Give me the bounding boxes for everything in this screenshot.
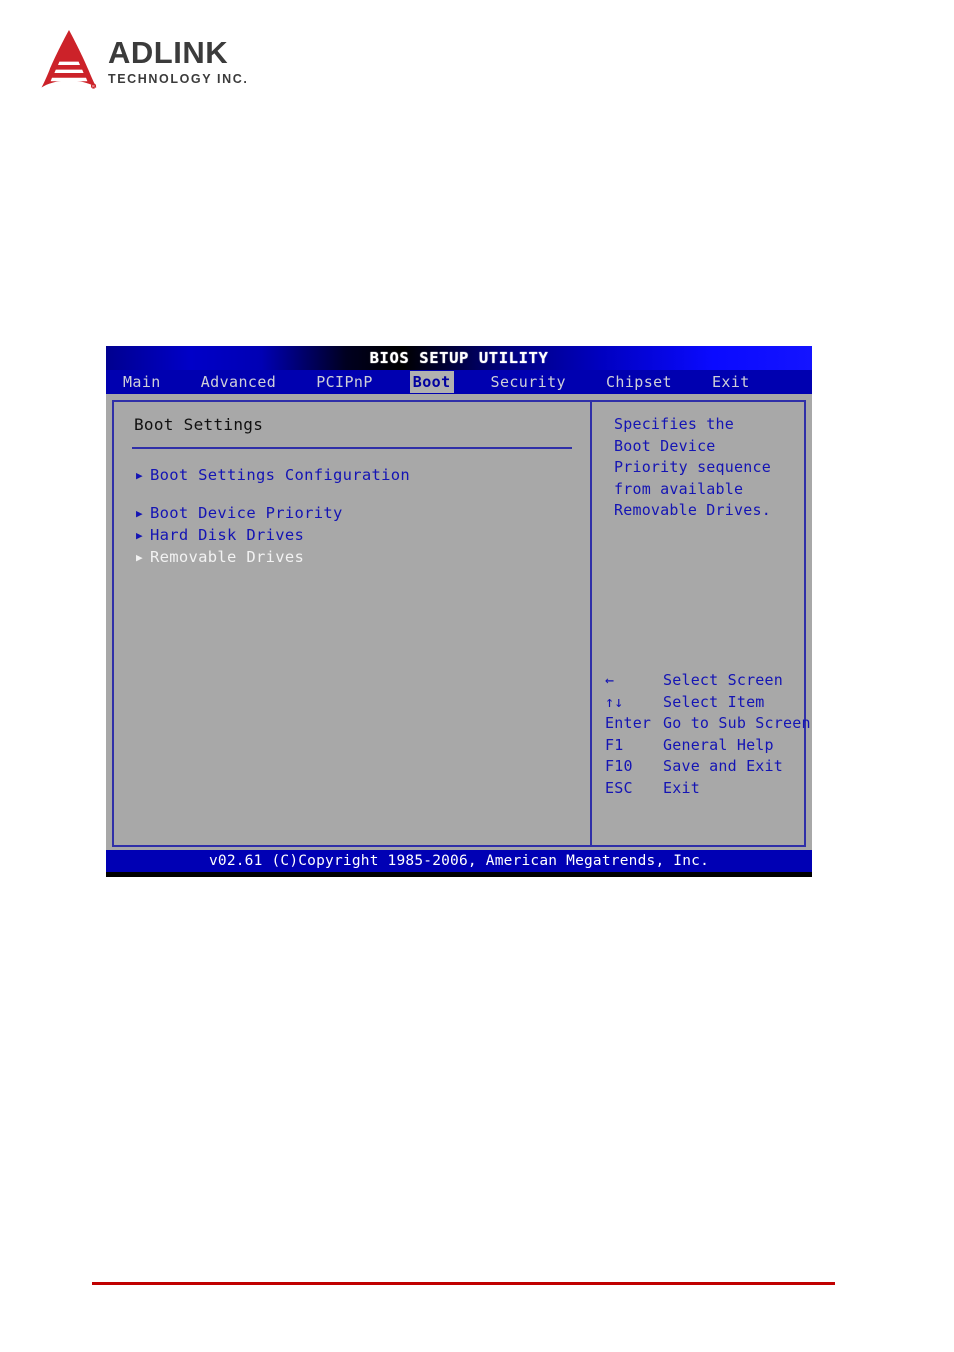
tab-main[interactable]: Main <box>120 371 164 393</box>
menu-item-boot-device-priority[interactable]: ▶ Boot Device Priority <box>134 503 574 525</box>
bios-bottom-edge <box>106 872 812 877</box>
bios-panels: Boot Settings ▶ Boot Settings Configurat… <box>112 400 811 847</box>
tab-advanced[interactable]: Advanced <box>198 371 279 393</box>
help-line: Specifies the <box>614 415 734 433</box>
tab-exit[interactable]: Exit <box>709 371 753 393</box>
legend-desc: Select Screen <box>663 671 783 689</box>
legend-desc: General Help <box>663 735 774 754</box>
page-header: R ADLINK TECHNOLOGY INC. <box>40 28 340 100</box>
adlink-logo: R ADLINK TECHNOLOGY INC. <box>40 28 340 90</box>
legend-desc: Save and Exit <box>663 757 783 775</box>
tab-security[interactable]: Security <box>488 371 569 393</box>
bios-footer-bar: v02.61 (C)Copyright 1985-2006, American … <box>106 850 812 872</box>
legend-row-esc: ESC Exit <box>602 778 798 800</box>
legend-desc: Select Item <box>663 692 765 711</box>
legend-key: Enter <box>605 714 652 732</box>
legend-key: F10 <box>605 757 633 775</box>
legend-row-enter: Enter Go to Sub Screen <box>602 713 811 735</box>
page-title: Boot Settings <box>134 415 264 434</box>
help-line: Priority sequence <box>614 458 771 476</box>
menu-item-label: Hard Disk Drives <box>150 526 305 544</box>
adlink-wordmark: ADLINK TECHNOLOGY INC. <box>108 33 248 86</box>
legend-desc: Go to Sub Screen <box>663 714 811 732</box>
bios-body: Boot Settings ▶ Boot Settings Configurat… <box>106 394 812 877</box>
menu-item-hard-disk-drives[interactable]: ▶ Hard Disk Drives <box>134 525 574 547</box>
legend-row-select-item: ↑↓ Select Item <box>602 692 798 714</box>
legend-row-f1: F1 General Help <box>602 735 798 757</box>
menu-item-label: Boot Device Priority <box>150 504 343 522</box>
help-line: Removable Drives. <box>614 501 771 519</box>
help-panel: Specifies the Boot Device Priority seque… <box>592 402 811 845</box>
legend-row-f10: F10 Save and Exit <box>602 756 798 778</box>
tab-chipset[interactable]: Chipset <box>603 371 675 393</box>
adlink-triangle-logo-icon: R <box>41 30 97 89</box>
legend-key: F1 <box>605 735 624 754</box>
menu-item-boot-settings-configuration[interactable]: ▶ Boot Settings Configuration <box>134 465 574 487</box>
help-line: Boot Device <box>614 436 716 455</box>
submenu-arrow-icon: ▶ <box>136 551 143 564</box>
submenu-arrow-icon: ▶ <box>136 469 143 482</box>
boot-settings-panel: Boot Settings ▶ Boot Settings Configurat… <box>114 402 592 845</box>
up-down-arrow-icon: ↑↓ <box>605 692 624 711</box>
legend-key: ESC <box>605 778 633 797</box>
brand-tagline: TECHNOLOGY INC. <box>108 71 249 86</box>
bios-title-bar: BIOS SETUP UTILITY <box>106 346 812 370</box>
help-line: from available <box>614 479 744 498</box>
legend-row-select-screen: ← Select Screen <box>602 670 798 692</box>
menu-group-configuration: ▶ Boot Settings Configuration <box>130 465 574 487</box>
bios-title: BIOS SETUP UTILITY <box>369 349 549 367</box>
bios-menu-bar[interactable]: Main Advanced PCIPnP Boot Security Chips… <box>106 370 812 394</box>
menu-group-devices: ▶ Boot Device Priority ▶ Hard Disk Drive… <box>130 503 574 569</box>
menu-item-label: Boot Settings Configuration <box>150 466 411 484</box>
menu-item-label: Removable Drives <box>150 548 305 566</box>
legend-desc: Exit <box>663 778 700 797</box>
key-legend: ← Select Screen ↑↓ Select Item Enter Go … <box>602 670 811 800</box>
tab-pcipnp[interactable]: PCIPnP <box>313 371 376 393</box>
brand-name: ADLINK <box>108 34 229 70</box>
submenu-arrow-icon: ▶ <box>136 529 143 542</box>
page-footer-rule <box>92 1282 835 1285</box>
menu-item-removable-drives[interactable]: ▶ Removable Drives <box>134 547 574 569</box>
section-divider <box>132 447 572 449</box>
help-text: Specifies the Boot Device Priority seque… <box>602 414 794 522</box>
tab-boot[interactable]: Boot <box>409 371 454 393</box>
left-arrow-icon: ← <box>605 671 615 689</box>
submenu-arrow-icon: ▶ <box>136 507 143 520</box>
bios-setup-window: BIOS SETUP UTILITY Main Advanced PCIPnP … <box>106 346 812 877</box>
